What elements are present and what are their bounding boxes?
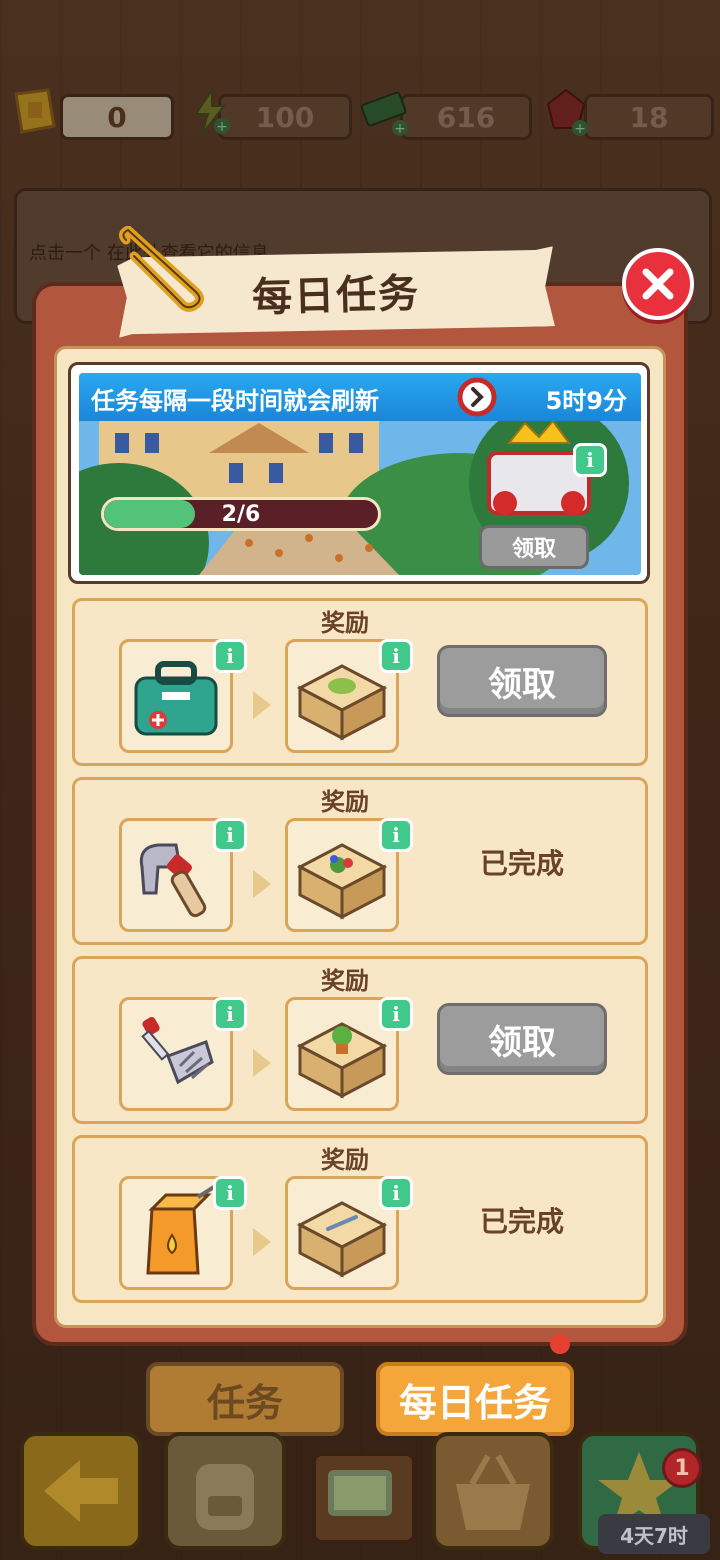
tv-button[interactable] [312,1452,416,1544]
refresh-timer: 5时9分 [545,387,627,415]
arrow-right-icon [253,1049,271,1077]
sandwich-box-icon [296,664,388,741]
refresh-card: 任务每隔一段时间就会刷新 5时9分 i 2/6 领取 [68,362,650,584]
item-info-icon[interactable]: i [213,639,247,673]
hammer-icon [139,843,207,918]
close-icon [642,268,674,300]
tab-tasks[interactable]: 任务 [146,1362,344,1436]
progress-label: 2/6 [221,502,261,527]
clock-icon [457,377,497,417]
reward-label: 奖励 [321,609,369,637]
close-button[interactable] [622,248,694,320]
item-info-icon[interactable]: i [213,997,247,1031]
refresh-text: 任务每隔一段时间就会刷新 [91,387,379,415]
dialog-title: 每日任务 [251,270,421,322]
reward-info-icon[interactable]: i [379,818,413,852]
task-row: 奖励 i i 已完成 [72,1135,648,1303]
item-info-icon[interactable]: i [213,1176,247,1210]
tv-icon [328,1470,392,1516]
reward-label: 奖励 [321,967,369,995]
refresh-bar: 任务每隔一段时间就会刷新 5时9分 [79,373,641,421]
claim-button[interactable]: 领取 [437,645,607,717]
thermometer-box-icon [296,1201,388,1278]
completed-status: 已完成 [479,847,564,880]
plant-box-icon [296,1022,388,1099]
star-badge-count: 1 [662,1448,702,1488]
reward-info-icon[interactable]: i [379,639,413,673]
progress-bar: 2/6 [101,497,381,531]
reward-label: 奖励 [321,788,369,816]
mansion-scene: 任务每隔一段时间就会刷新 5时9分 i 2/6 领取 [79,373,641,575]
arrow-right-icon [253,691,271,719]
basket-icon [456,1454,530,1530]
claim-button[interactable]: 领取 [437,1003,607,1075]
notification-dot [550,1334,570,1354]
chest-info-icon[interactable]: i [573,443,607,477]
task-row: 奖励 i i 领取 [72,598,648,766]
item-info-icon[interactable]: i [213,818,247,852]
backpack-button[interactable] [164,1432,286,1550]
arrow-right-icon [253,1228,271,1256]
reward-label: 奖励 [321,1146,369,1174]
task-row: 奖励 i i 领取 [72,956,648,1124]
salad-box-icon [296,843,388,920]
arrow-left-icon [44,1460,118,1522]
juice-box-icon [146,1185,216,1275]
rake-icon [141,1017,214,1085]
reward-info-icon[interactable]: i [379,1176,413,1210]
task-row: 奖励 i i 已完成 [72,777,648,945]
event-timer: 4天7时 [598,1514,710,1554]
back-button[interactable] [20,1432,142,1550]
tab-daily-tasks[interactable]: 每日任务 [376,1362,574,1436]
backpack-icon [196,1464,254,1530]
paperclip-icon [118,226,204,312]
first-aid-kit-icon [134,661,218,736]
shop-button[interactable] [432,1432,554,1550]
completed-status: 已完成 [479,1205,564,1238]
arrow-right-icon [253,870,271,898]
reward-info-icon[interactable]: i [379,997,413,1031]
chest-claim-button[interactable]: 领取 [479,525,589,569]
